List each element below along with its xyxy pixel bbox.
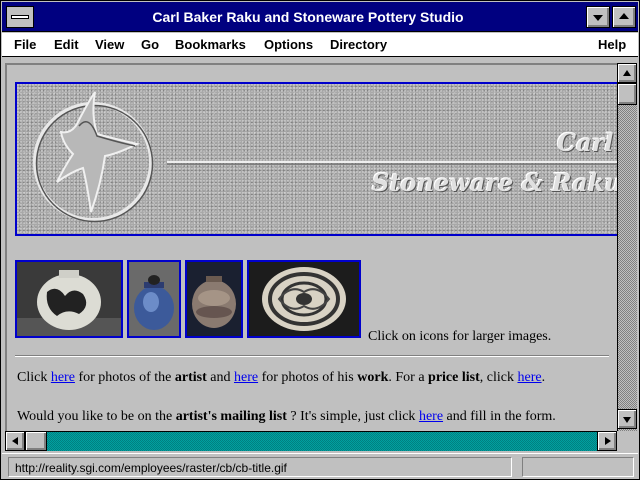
menu-edit[interactable]: Edit: [54, 33, 79, 57]
minimize-icon: [593, 15, 603, 21]
banner-title-text: Carl B: [557, 128, 617, 157]
scroll-right-button[interactable]: [597, 431, 617, 451]
pottery-logo-icon: [33, 91, 617, 223]
window-title: Carl Baker Raku and Stoneware Pottery St…: [152, 9, 464, 25]
system-menu-icon: [11, 15, 29, 19]
horizontal-rule: [15, 355, 609, 357]
maximize-icon: [619, 13, 629, 19]
decorated-platter-icon: [249, 262, 359, 336]
status-bar: http://reality.sgi.com/employees/raster/…: [2, 453, 638, 479]
black-white-vase-icon: [17, 262, 121, 336]
bold-price-list: price list: [428, 370, 480, 385]
menu-bookmarks[interactable]: Bookmarks: [175, 33, 246, 57]
vertical-scroll-thumb[interactable]: [617, 83, 637, 105]
arrow-up-icon: [623, 70, 631, 76]
links-paragraph: Click here for photos of the artist and …: [17, 370, 545, 386]
horizontal-scroll-thumb[interactable]: [25, 431, 47, 451]
mailing-list-paragraph: Would you like to be on the artist's mai…: [17, 409, 556, 425]
title-bar[interactable]: Carl Baker Raku and Stoneware Pottery St…: [2, 2, 638, 32]
system-menu-button[interactable]: [6, 6, 34, 28]
text-span: Would you like to be on the: [17, 409, 176, 424]
text-span: and: [206, 370, 234, 385]
horizontal-scrollbar[interactable]: [5, 431, 617, 451]
bold-work: work: [357, 370, 389, 385]
scroll-left-button[interactable]: [5, 431, 25, 451]
scroll-down-button[interactable]: [617, 409, 637, 429]
artist-photos-link[interactable]: here: [51, 370, 75, 385]
maximize-button[interactable]: [612, 6, 636, 28]
menu-directory[interactable]: Directory: [330, 33, 387, 57]
thumbnail-platter[interactable]: [247, 260, 361, 338]
thumbnail-vase-1[interactable]: [15, 260, 123, 338]
arrow-left-icon: [12, 437, 18, 445]
raku-jar-icon: [187, 262, 241, 336]
bold-mailing-list: artist's mailing list: [175, 409, 287, 424]
minimize-button[interactable]: [586, 6, 610, 28]
thumbnail-vase-3[interactable]: [185, 260, 243, 338]
browser-window: Carl Baker Raku and Stoneware Pottery St…: [0, 0, 640, 480]
menu-bar: File Edit View Go Bookmarks Options Dire…: [2, 33, 638, 57]
text-span: , click: [479, 370, 518, 385]
title-banner-image[interactable]: Carl B Stoneware & Raku Po: [15, 82, 617, 236]
text-span: . For a: [388, 370, 429, 385]
vertical-scrollbar[interactable]: [617, 63, 637, 431]
menu-options[interactable]: Options: [264, 33, 313, 57]
blue-lidded-jar-icon: [129, 262, 179, 336]
menu-help[interactable]: Help: [598, 33, 626, 57]
menu-go[interactable]: Go: [141, 33, 159, 57]
thumbnail-caption: Click on icons for larger images.: [368, 329, 552, 344]
scrollbar-corner: [617, 431, 637, 451]
mailing-list-link[interactable]: here: [419, 409, 443, 424]
status-progress: [522, 457, 634, 477]
arrow-right-icon: [605, 437, 611, 445]
text-span: .: [541, 370, 546, 385]
status-url: http://reality.sgi.com/employees/raster/…: [8, 457, 512, 477]
page-content: Carl B Stoneware & Raku Po: [5, 63, 617, 431]
text-span: ? It's simple, just click: [286, 409, 419, 424]
work-photos-link[interactable]: here: [234, 370, 258, 385]
text-span: Click: [17, 370, 51, 385]
scroll-up-button[interactable]: [617, 63, 637, 83]
menu-view[interactable]: View: [95, 33, 124, 57]
text-span: and fill in the form.: [443, 409, 556, 424]
arrow-down-icon: [623, 417, 631, 423]
thumbnail-vase-2[interactable]: [127, 260, 181, 338]
menu-file[interactable]: File: [14, 33, 36, 57]
banner-subtitle-text: Stoneware & Raku Po: [372, 168, 617, 197]
price-list-link[interactable]: here: [517, 370, 541, 385]
text-span: for photos of his: [258, 370, 358, 385]
text-span: for photos of the: [74, 370, 175, 385]
bold-artist: artist: [174, 370, 207, 385]
